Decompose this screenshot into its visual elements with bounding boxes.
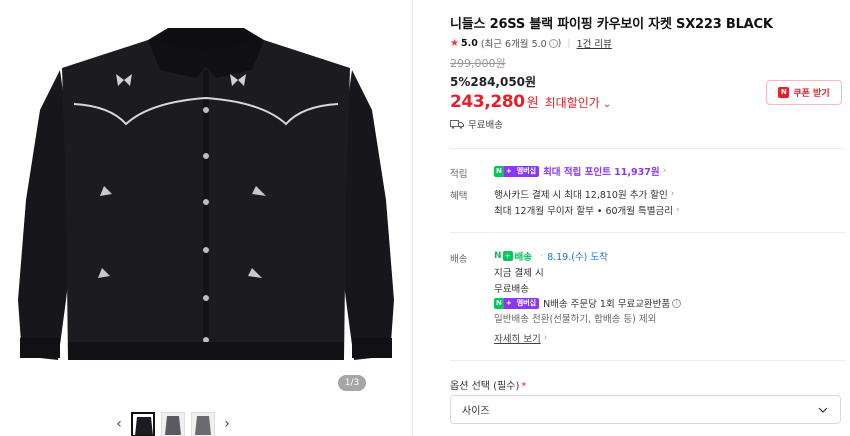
installment-text: 최대 12개월 무이자 할부 • 60개월 특별금리 bbox=[494, 206, 673, 217]
sale-price-unit: 원 bbox=[526, 96, 539, 111]
chevron-right-icon: › bbox=[543, 333, 548, 343]
free-exchange-text: N배송 주문당 1회 무료교환반품 bbox=[543, 299, 671, 310]
thumbnail-1[interactable] bbox=[131, 411, 155, 436]
card-discount-row[interactable]: 행사카드 결제 시 최대 12,810원 추가 할인 › bbox=[494, 187, 674, 201]
discount-price: 5%284,050원 bbox=[450, 75, 537, 89]
thumb-prev-arrow[interactable]: ‹ bbox=[110, 411, 128, 436]
coupon-button-label: 쿠폰 받기 bbox=[793, 89, 830, 99]
free-shipping-row: 무료배송 bbox=[450, 117, 503, 131]
chevron-down-icon: ⌄ bbox=[602, 99, 612, 110]
section-divider bbox=[450, 360, 845, 361]
general-note-text: 일반배송 전환(선물하기, 합배송 등) 제외 bbox=[494, 314, 657, 325]
size-select-value: 사이즈 bbox=[462, 406, 490, 417]
rating-separator: | bbox=[567, 37, 571, 49]
pay-now-text: 지금 결제 시 bbox=[494, 268, 544, 279]
thumbnail-2[interactable] bbox=[161, 411, 185, 436]
max-discount-label: 최대할인가 bbox=[544, 96, 600, 110]
delivery-free-row: 무료배송 bbox=[494, 281, 529, 295]
perks-label: 혜택 bbox=[450, 191, 468, 202]
jacket-image bbox=[0, 0, 412, 404]
size-select-dropdown[interactable]: 사이즈 bbox=[450, 395, 841, 424]
thumbnail-strip: ‹ › bbox=[110, 411, 236, 436]
detail-link-row[interactable]: 자세히 보기 › bbox=[494, 331, 547, 345]
section-divider bbox=[450, 232, 845, 233]
sale-price: 243,280 bbox=[450, 92, 525, 112]
card-discount-text: 행사카드 결제 시 최대 12,810원 추가 할인 bbox=[494, 190, 668, 201]
coupon-download-button[interactable]: N 쿠폰 받기 bbox=[766, 80, 842, 105]
product-title: 니들스 26SS 블랙 파이핑 카우보이 자켓 SX223 BLACK bbox=[450, 17, 773, 32]
product-main-image[interactable] bbox=[0, 0, 412, 404]
rating-recent-close: ) bbox=[557, 37, 562, 49]
installment-row[interactable]: 최대 12개월 무이자 할부 • 60개월 특별금리 › bbox=[494, 203, 680, 217]
chevron-right-icon: › bbox=[662, 166, 667, 176]
max-points-text: 최대 적립 포인트 11,937원 bbox=[543, 167, 660, 178]
rating-row: ★ 5.0 (최근 6개월 5.0 i ) | 1건 리뷰 bbox=[450, 36, 612, 51]
truck-icon bbox=[450, 120, 464, 129]
rating-score: 5.0 bbox=[460, 37, 478, 49]
star-icon: ★ bbox=[450, 37, 459, 49]
max-discount-price-row[interactable]: 243,280 원 최대할인가 ⌄ bbox=[450, 92, 611, 112]
review-count-link[interactable]: 1건 리뷰 bbox=[577, 36, 612, 50]
thumbnail-3[interactable] bbox=[191, 411, 215, 436]
option-select-label: 옵션 선택 (필수) * bbox=[450, 381, 527, 392]
chevron-right-icon: › bbox=[676, 205, 680, 215]
free-exchange-row: N + 멤버십 N배송 주문당 1회 무료교환반품 i bbox=[494, 296, 682, 310]
info-icon[interactable]: i bbox=[548, 38, 558, 48]
delivery-date: 8.19.(수) 도착 bbox=[547, 252, 608, 263]
rating-recent: (최근 6개월 5.0 bbox=[480, 39, 547, 50]
points-row[interactable]: N + 멤버십 최대 적립 포인트 11,937원 › bbox=[494, 164, 666, 178]
dot-separator: · bbox=[540, 250, 544, 262]
image-page-indicator: 1/3 bbox=[338, 375, 366, 391]
detail-link: 자세히 보기 bbox=[494, 334, 541, 345]
n-delivery-badge: N + 배송 bbox=[494, 251, 533, 263]
coupon-icon: N bbox=[778, 87, 790, 98]
n-delivery-row: N + 배송 · 8.19.(수) 도착 bbox=[494, 249, 608, 264]
delivery-label: 배송 bbox=[450, 254, 468, 265]
npay-membership-badge: N + 멤버십 bbox=[494, 165, 540, 177]
points-label: 적립 bbox=[450, 169, 468, 180]
thumb-next-arrow[interactable]: › bbox=[218, 411, 236, 436]
chevron-down-icon bbox=[818, 407, 828, 413]
npay-membership-badge: N + 멤버십 bbox=[494, 297, 540, 309]
panel-divider bbox=[412, 0, 413, 436]
info-icon[interactable]: i bbox=[672, 298, 682, 308]
section-divider bbox=[450, 148, 845, 149]
original-price: 299,000원 bbox=[450, 57, 506, 70]
chevron-right-icon: › bbox=[670, 189, 675, 199]
pay-now-row: 지금 결제 시 bbox=[494, 265, 544, 279]
delivery-free-text: 무료배송 bbox=[494, 284, 529, 295]
free-shipping-label: 무료배송 bbox=[468, 120, 503, 131]
general-note-row: 일반배송 전환(선물하기, 합배송 등) 제외 bbox=[494, 311, 656, 325]
product-gallery: 1/3 ‹ › bbox=[0, 0, 412, 436]
